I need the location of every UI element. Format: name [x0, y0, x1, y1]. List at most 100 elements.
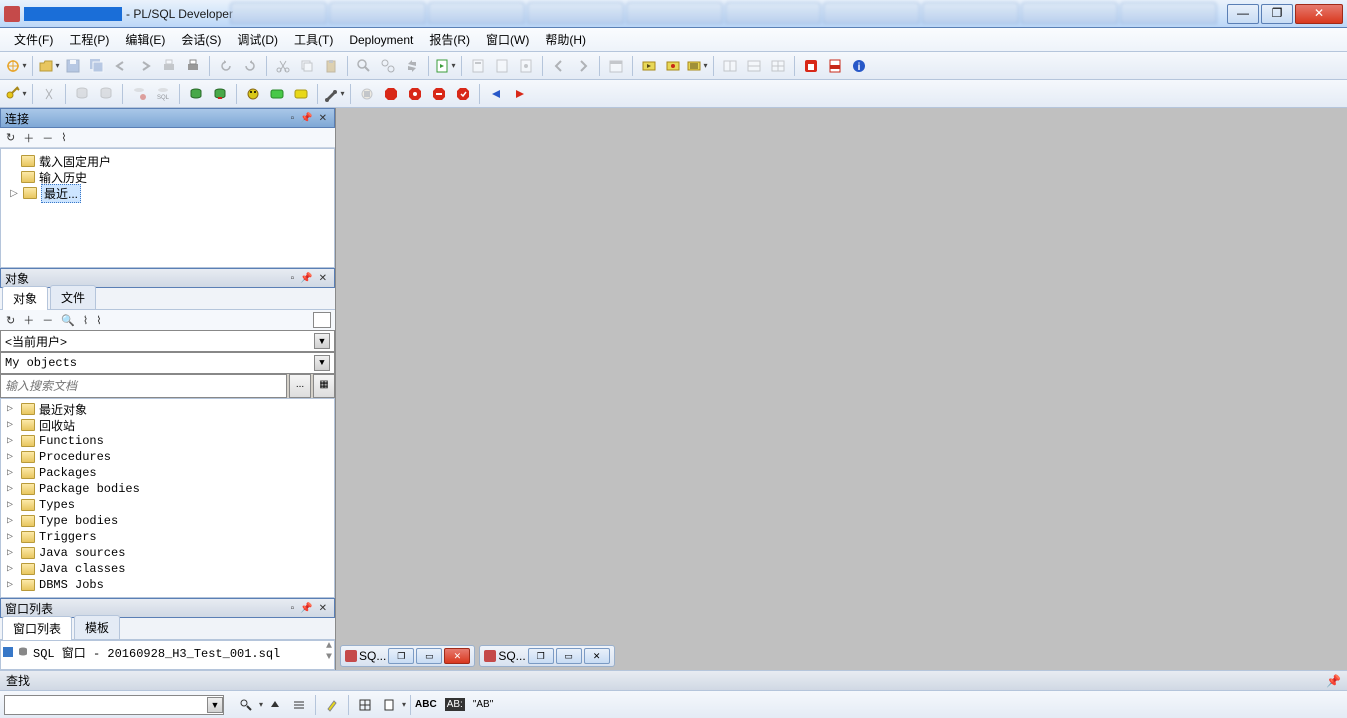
break2-button[interactable]: [404, 83, 426, 105]
mdi-close-button[interactable]: ✕: [584, 648, 610, 664]
menu-window[interactable]: 窗口(W): [478, 28, 537, 51]
find-combo[interactable]: ▼: [4, 695, 224, 715]
highlight-button[interactable]: [321, 694, 343, 716]
find-all-button[interactable]: [288, 694, 310, 716]
panel-dock-icon[interactable]: ▫: [288, 273, 298, 284]
key-button[interactable]: ▾: [5, 83, 27, 105]
paste-button[interactable]: [320, 55, 342, 77]
db-sql-button[interactable]: SQL: [152, 83, 174, 105]
refresh-icon[interactable]: ↻: [4, 130, 17, 145]
search-more-button[interactable]: ...: [289, 374, 311, 398]
saveall-button[interactable]: [86, 55, 108, 77]
arrow-right-button[interactable]: [509, 83, 531, 105]
object-tree-node[interactable]: ▷Packages: [3, 465, 332, 481]
help-button[interactable]: i: [848, 55, 870, 77]
arrow-left-button[interactable]: [485, 83, 507, 105]
tree-node-recent[interactable]: ▷ 最近...: [5, 185, 330, 201]
find-pin-icon[interactable]: 📌: [1326, 674, 1341, 688]
panel-dock-icon[interactable]: ▫: [288, 113, 298, 124]
open-button[interactable]: ▾: [38, 55, 60, 77]
debug-green-button[interactable]: [266, 83, 288, 105]
menu-file[interactable]: 文件(F): [6, 28, 61, 51]
commit-button[interactable]: [185, 83, 207, 105]
bookmark2-button[interactable]: [491, 55, 513, 77]
db-button[interactable]: [71, 83, 93, 105]
db-break-button[interactable]: [128, 83, 150, 105]
collapse-icon[interactable]: －: [40, 311, 55, 329]
find-icon[interactable]: 🔍: [59, 313, 77, 328]
maximize-button[interactable]: ❐: [1261, 4, 1293, 24]
object-tree-node[interactable]: ▷Triggers: [3, 529, 332, 545]
panel-close-icon[interactable]: ✕: [316, 603, 330, 614]
user-combo[interactable]: <当前用户> ▼: [0, 330, 335, 352]
bookmark3-button[interactable]: [515, 55, 537, 77]
tab-templates[interactable]: 模板: [74, 615, 120, 639]
grid3-button[interactable]: [767, 55, 789, 77]
copy-button[interactable]: [296, 55, 318, 77]
tab-objects[interactable]: 对象: [2, 286, 48, 310]
menu-project[interactable]: 工程(P): [61, 28, 117, 51]
expand-handle-icon[interactable]: ▷: [7, 547, 17, 559]
mdi-window-group-1[interactable]: SQ... ❐ ▭ ✕: [340, 645, 475, 667]
object-tree-node[interactable]: ▷Package bodies: [3, 481, 332, 497]
debug-button[interactable]: [242, 83, 264, 105]
redo-button[interactable]: [134, 55, 156, 77]
execute-button[interactable]: ▾: [434, 55, 456, 77]
expand-handle-icon[interactable]: ▷: [7, 515, 17, 527]
expand-handle-icon[interactable]: ▷: [7, 483, 17, 495]
save-button[interactable]: [62, 55, 84, 77]
expand-handle-icon[interactable]: ▷: [7, 531, 17, 543]
menu-debug[interactable]: 调试(D): [229, 28, 286, 51]
object-tree-node[interactable]: ▷最近对象: [3, 401, 332, 417]
doc-button[interactable]: [378, 694, 400, 716]
break1-button[interactable]: [380, 83, 402, 105]
export-pdf-button[interactable]: [824, 55, 846, 77]
break3-button[interactable]: [428, 83, 450, 105]
search-grid-button[interactable]: ▦: [313, 374, 335, 398]
find-icon[interactable]: [235, 694, 257, 716]
new-button[interactable]: ▾: [5, 55, 27, 77]
bookmark-button[interactable]: [467, 55, 489, 77]
collapse-icon[interactable]: －: [40, 129, 55, 147]
mdi-restore-button[interactable]: ❐: [388, 648, 414, 664]
db2-button[interactable]: [95, 83, 117, 105]
expand-handle-icon[interactable]: ▷: [7, 467, 17, 479]
tab-files[interactable]: 文件: [50, 285, 96, 309]
panel-pin-icon[interactable]: 📌: [297, 273, 315, 284]
debug-yellow-button[interactable]: [290, 83, 312, 105]
stop1-button[interactable]: [356, 83, 378, 105]
break4-button[interactable]: [452, 83, 474, 105]
panel-pin-icon[interactable]: 📌: [297, 603, 315, 614]
grid-button[interactable]: [354, 694, 376, 716]
object-tree-node[interactable]: ▷DBMS Jobs: [3, 577, 332, 593]
object-tree-node[interactable]: ▷回收站: [3, 417, 332, 433]
menu-report[interactable]: 报告(R): [421, 28, 478, 51]
find-up-button[interactable]: [264, 694, 286, 716]
mdi-restore-button[interactable]: ❐: [528, 648, 554, 664]
macro-play-button[interactable]: [638, 55, 660, 77]
whole-word-button[interactable]: AB:: [445, 698, 465, 711]
mdi-maximize-button[interactable]: ▭: [416, 648, 442, 664]
mdi-close-button[interactable]: ✕: [444, 648, 470, 664]
minimize-button[interactable]: —: [1227, 4, 1259, 24]
object-tree-node[interactable]: ▷Types: [3, 497, 332, 513]
menu-tools[interactable]: 工具(T): [286, 28, 341, 51]
scroll-indicator-icon[interactable]: ▲▼: [326, 641, 332, 663]
dropdown-icon[interactable]: ▼: [207, 697, 223, 713]
print-button[interactable]: [158, 55, 180, 77]
nav-back-button[interactable]: [548, 55, 570, 77]
dropdown-icon[interactable]: ▼: [314, 333, 330, 349]
link2-icon[interactable]: ⌇: [94, 313, 103, 328]
object-search-input[interactable]: [0, 374, 287, 398]
expand-icon[interactable]: ＋: [21, 311, 36, 329]
object-tree-node[interactable]: ▷Java sources: [3, 545, 332, 561]
cut2-button[interactable]: [38, 83, 60, 105]
rollback-button[interactable]: [209, 83, 231, 105]
tab-winlist[interactable]: 窗口列表: [2, 616, 72, 640]
wrench-button[interactable]: ▾: [323, 83, 345, 105]
object-tree-node[interactable]: ▷Functions: [3, 433, 332, 449]
grid1-button[interactable]: [719, 55, 741, 77]
expand-handle-icon[interactable]: ▷: [7, 579, 17, 591]
dropdown-icon[interactable]: ▼: [314, 355, 330, 371]
expand-handle-icon[interactable]: ▷: [7, 403, 17, 415]
